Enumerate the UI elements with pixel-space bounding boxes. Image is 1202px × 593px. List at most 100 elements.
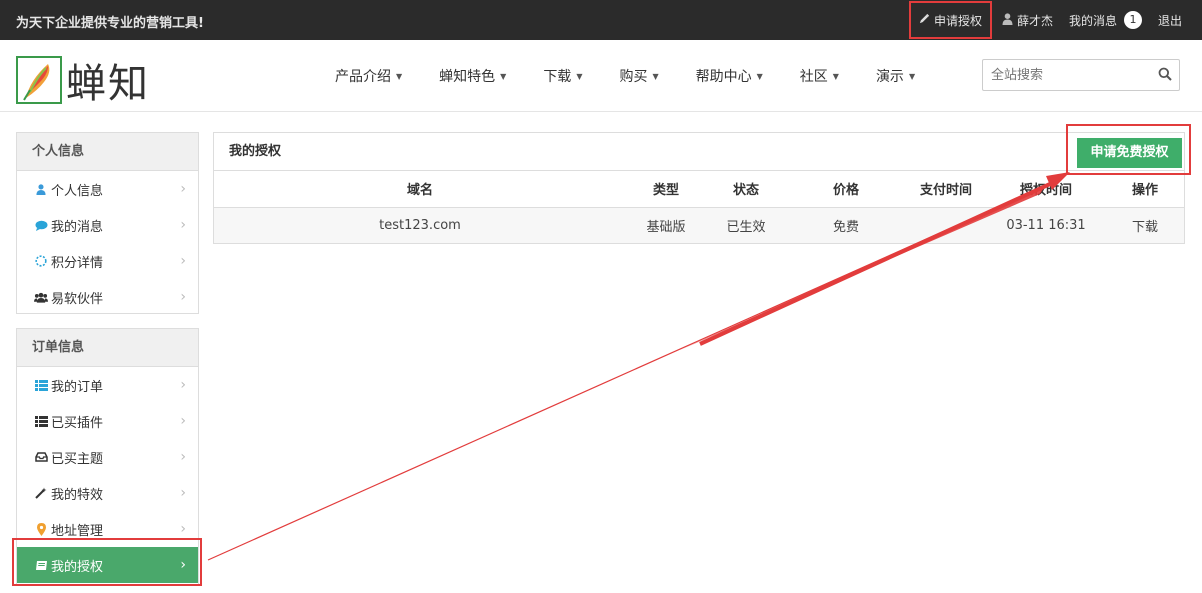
table-header-row: 域名 类型 状态 价格 支付时间 授权时间 操作	[214, 171, 1184, 208]
nav-item-features[interactable]: 蝉知特色 ▼	[439, 66, 506, 86]
main-nav: 产品介绍 ▼ 蝉知特色 ▼ 下载 ▼ 购买 ▼ 帮助中心 ▼ 社区 ▼ 演示 ▼	[335, 66, 952, 86]
personal-info-panel: 个人信息 个人信息 › 我的消息 › 积分详情 › 易软伙伴 ›	[16, 132, 199, 314]
column-header: 支付时间	[906, 171, 986, 208]
sidebar-item-effects[interactable]: 我的特效 ›	[17, 475, 198, 511]
chevron-right-icon: ›	[180, 289, 186, 305]
caret-down-icon: ▼	[576, 71, 583, 81]
domain-cell: test123.com	[214, 207, 626, 243]
search-icon[interactable]	[1158, 67, 1172, 85]
column-header: 域名	[214, 171, 626, 208]
group-icon	[34, 292, 48, 303]
active-item-highlight	[12, 538, 202, 586]
inbox-icon	[34, 452, 48, 462]
nav-label: 产品介绍	[335, 69, 391, 85]
comment-icon	[34, 220, 48, 231]
column-header: 操作	[1106, 171, 1184, 208]
type-cell: 基础版	[626, 207, 706, 243]
my-messages-link[interactable]: 我的消息 1	[1061, 0, 1150, 40]
license-panel-title: 我的授权	[214, 133, 1184, 171]
column-header: 价格	[786, 171, 906, 208]
caret-down-icon: ▼	[500, 71, 507, 81]
chevron-right-icon: ›	[180, 521, 186, 537]
sidebar-item-profile[interactable]: 个人信息 ›	[17, 171, 198, 207]
sidebar-item-label: 已买主题	[51, 451, 104, 467]
nav-item-buy[interactable]: 购买 ▼	[619, 66, 658, 86]
chevron-right-icon: ›	[180, 449, 186, 465]
sidebar-item-label: 易软伙伴	[51, 291, 104, 307]
top-bar: 为天下企业提供专业的营销工具! 申请授权 薛才杰 我的消息 1 退出	[0, 0, 1202, 40]
sidebar-item-themes[interactable]: 已买主题 ›	[17, 439, 198, 475]
chevron-right-icon: ›	[180, 485, 186, 501]
nav-item-community[interactable]: 社区 ▼	[800, 66, 839, 86]
sidebar-item-label: 我的特效	[51, 487, 104, 503]
site-header: 蝉知 产品介绍 ▼ 蝉知特色 ▼ 下载 ▼ 购买 ▼ 帮助中心 ▼ 社区 ▼ 演示 ▼	[0, 40, 1202, 112]
chevron-right-icon: ›	[180, 217, 186, 233]
column-header: 授权时间	[986, 171, 1106, 208]
caret-down-icon: ▼	[756, 71, 763, 81]
sidebar-item-label: 我的订单	[51, 379, 104, 395]
license-time-cell: 03-11 16:31	[986, 207, 1106, 243]
nav-label: 下载	[543, 69, 572, 85]
nav-label: 帮助中心	[695, 69, 752, 85]
message-count-badge: 1	[1123, 11, 1142, 29]
panel-title: 个人信息	[17, 133, 198, 171]
status-cell: 已生效	[706, 207, 786, 243]
caret-down-icon: ▼	[832, 71, 839, 81]
map-marker-icon	[34, 522, 48, 536]
pencil-icon	[919, 13, 930, 27]
license-table: 域名 类型 状态 价格 支付时间 授权时间 操作 test123.com 基础版…	[214, 171, 1184, 243]
nav-item-product[interactable]: 产品介绍 ▼	[335, 66, 402, 86]
sidebar-item-label: 地址管理	[51, 523, 104, 539]
list-icon	[34, 379, 48, 391]
sidebar-item-label: 已买插件	[51, 415, 104, 431]
sidebar-item-points[interactable]: 积分详情 ›	[17, 243, 198, 279]
chevron-right-icon: ›	[180, 181, 186, 197]
search-input[interactable]	[983, 60, 1143, 90]
logout-link[interactable]: 退出	[1150, 0, 1202, 40]
chevron-right-icon: ›	[180, 377, 186, 393]
table-row: test123.com 基础版 已生效 免费 03-11 16:31 下载	[214, 207, 1184, 243]
sidebar-item-plugins[interactable]: 已买插件 ›	[17, 403, 198, 439]
caret-down-icon: ▼	[396, 71, 403, 81]
nav-label: 社区	[799, 69, 828, 85]
nav-item-download[interactable]: 下载 ▼	[543, 66, 582, 86]
download-link[interactable]: 下载	[1106, 207, 1184, 243]
sidebar-item-orders[interactable]: 我的订单 ›	[17, 367, 198, 403]
caret-down-icon: ▼	[908, 71, 916, 81]
nav-label: 演示	[875, 69, 904, 85]
column-header: 状态	[706, 171, 786, 208]
sidebar-item-label: 积分详情	[51, 255, 104, 271]
nav-label: 购买	[619, 69, 648, 85]
top-bar-right: 申请授权 薛才杰 我的消息 1 退出	[908, 0, 1202, 40]
nav-item-demo[interactable]: 演示 ▼	[876, 66, 915, 86]
sidebar-item-messages[interactable]: 我的消息 ›	[17, 207, 198, 243]
apply-license-label: 申请授权	[933, 13, 982, 28]
pay-time-cell	[906, 207, 986, 243]
feather-logo-icon	[16, 56, 62, 104]
chevron-right-icon: ›	[180, 413, 186, 429]
price-cell: 免费	[786, 207, 906, 243]
apply-license-link[interactable]: 申请授权	[908, 1, 992, 39]
sidebar-item-label: 我的消息	[51, 219, 104, 235]
nav-item-help[interactable]: 帮助中心 ▼	[696, 66, 763, 86]
license-panel: 我的授权 申请免费授权 域名 类型 状态 价格 支付时间 授权时间 操作 tes…	[213, 132, 1185, 244]
site-search	[982, 59, 1180, 91]
user-icon	[34, 183, 48, 195]
chevron-right-icon: ›	[180, 253, 186, 269]
username: 薛才杰	[1016, 13, 1053, 28]
slogan: 为天下企业提供专业的营销工具!	[16, 16, 204, 31]
logo[interactable]: 蝉知	[16, 51, 150, 109]
panel-title: 订单信息	[17, 329, 198, 367]
apply-button-highlight	[1066, 124, 1191, 175]
list-icon	[34, 415, 48, 427]
nav-label: 蝉知特色	[439, 69, 496, 85]
column-header: 类型	[626, 171, 706, 208]
caret-down-icon: ▼	[652, 71, 659, 81]
user-icon	[1002, 12, 1013, 28]
sidebar-item-partners[interactable]: 易软伙伴 ›	[17, 279, 198, 315]
user-link[interactable]: 薛才杰	[994, 0, 1061, 40]
magic-icon	[34, 487, 48, 499]
spinner-icon	[34, 255, 48, 267]
logo-text: 蝉知	[66, 61, 150, 107]
my-messages-label: 我的消息	[1068, 13, 1117, 28]
